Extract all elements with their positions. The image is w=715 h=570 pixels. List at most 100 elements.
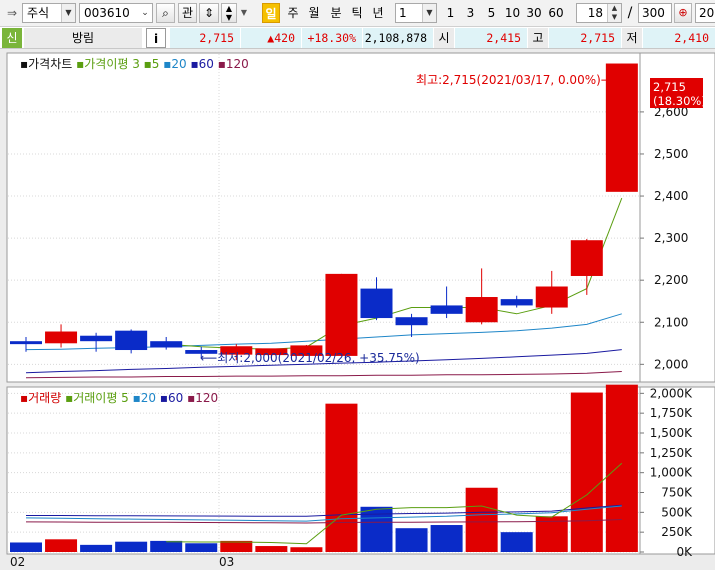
legend-item: ▪60 — [187, 57, 214, 71]
period-tab-5[interactable]: 년 — [369, 3, 387, 23]
price-tick-label: 2,500 — [654, 147, 688, 161]
volume-bar — [115, 541, 148, 552]
period-tab-4[interactable]: 틱 — [348, 3, 366, 23]
right-edge-value: 20 — [699, 6, 715, 20]
candle-down — [115, 330, 148, 351]
chevron-down-icon[interactable]: ▼ — [61, 4, 75, 22]
stock-code-input[interactable]: 003610 ⌄ — [79, 3, 153, 23]
candle-down — [150, 341, 183, 348]
legend-item: ▪가격이평 3 — [76, 57, 140, 71]
open-label: 시 — [434, 28, 454, 48]
volume-tick-label: 2,000K — [650, 386, 693, 400]
stock-name: 방림 — [24, 28, 142, 48]
volume-bar — [185, 543, 218, 552]
price-tick-label: 2,400 — [654, 189, 688, 203]
interval-select[interactable]: 1 ▼ — [395, 3, 437, 23]
volume-legend: ▪거래량 ▪거래이평 5 ▪20 ▪60 ▪120 — [20, 391, 218, 405]
low-label: 저 — [622, 28, 642, 48]
volume-bar — [430, 525, 463, 552]
chevron-down-icon[interactable]: ⌄ — [138, 4, 152, 22]
watchlist-button[interactable]: 관 — [178, 3, 197, 23]
current-price: 2,715 — [170, 28, 240, 48]
transfer-button[interactable]: ⇕ — [199, 3, 219, 23]
stock-chart-svg[interactable]: 2,6002,5002,4002,3002,2002,1002,000 2,00… — [0, 49, 715, 570]
volume-bar — [80, 544, 113, 552]
last-price-pct: (18.30%) — [653, 94, 706, 108]
interval-button-10[interactable]: 10 — [503, 3, 522, 23]
volume-tick-label: 1,500K — [650, 426, 693, 440]
chevron-down-icon[interactable]: ▼ — [239, 3, 249, 23]
legend-item: ▪60 — [156, 391, 183, 405]
search-icon: ⌕ — [162, 6, 169, 20]
stock-type-badge: 신 — [2, 28, 22, 48]
chevron-down-icon[interactable]: ▼ — [422, 4, 436, 22]
high-label: 고 — [528, 28, 548, 48]
total-input[interactable]: 300 — [638, 3, 672, 23]
candle-down — [430, 305, 463, 314]
market-select-value: 주식 — [27, 6, 50, 20]
zoom-button[interactable]: ⊕ — [674, 3, 692, 23]
volume-bar — [395, 528, 428, 552]
candle-down — [360, 288, 393, 319]
high-price: 2,715 — [549, 28, 621, 48]
price-tick-label: 2,000 — [654, 357, 688, 371]
spin-button[interactable]: ▲ ▼ — [221, 3, 237, 23]
period-tab-1[interactable]: 주 — [284, 3, 302, 23]
x-axis-label: 02 — [10, 555, 25, 569]
volume-bar — [150, 540, 183, 552]
interval-button-60[interactable]: 60 — [546, 3, 566, 23]
price-tick-label: 2,200 — [654, 273, 688, 287]
volume-bar — [465, 487, 498, 552]
price-legend: ▪가격차트 ▪가격이평 3 ▪5 ▪20 ▪60 ▪120 — [20, 57, 249, 71]
swap-icon: ⇕ — [203, 6, 215, 20]
count-spin-icon[interactable]: ▲ ▼ — [607, 4, 621, 22]
high-annotation: 최고:2,715(2021/03/17, 0.00%)⟶ — [416, 73, 618, 87]
candle-up — [465, 297, 498, 323]
count-separator: / — [627, 5, 633, 21]
count-input[interactable]: 18 ▲ ▼ — [576, 3, 622, 23]
menu-arrow-icon[interactable]: ⇒ — [3, 3, 21, 23]
quote-info-row: 신 방림 i 2,715 ▲420 +18.30% 2,108,878 시 2,… — [0, 27, 715, 49]
legend-item: ▪5 — [140, 57, 160, 71]
interval-button-1[interactable]: 1 — [442, 3, 459, 23]
volume-bar — [500, 532, 533, 552]
market-select[interactable]: 주식 ▼ — [22, 3, 76, 23]
chart-area: 2,600 2,500 2,400 2,300 2,200 2,100 2,000 2,00… — [0, 49, 715, 570]
open-price: 2,415 — [455, 28, 527, 48]
volume-bar — [255, 546, 288, 552]
candle-down — [10, 341, 42, 345]
last-price-label: 2,715 — [653, 80, 686, 94]
volume-bar — [605, 384, 638, 552]
volume-tick-label: 0K — [676, 545, 693, 559]
period-tab-0[interactable]: 일 — [262, 3, 280, 23]
period-tab-3[interactable]: 분 — [327, 3, 345, 23]
interval-button-5[interactable]: 5 — [482, 3, 501, 23]
trade-volume: 2,108,878 — [363, 28, 433, 48]
up-arrow-icon: ▲ — [225, 4, 233, 13]
interval-button-30[interactable]: 30 — [524, 3, 544, 23]
count-value: 18 — [587, 6, 603, 20]
volume-bar — [325, 403, 358, 552]
stock-info-button[interactable]: i — [146, 28, 166, 48]
legend-item: ▪거래이평 5 — [65, 391, 129, 405]
legend-title: ▪가격차트 — [20, 57, 76, 71]
candle-up — [325, 273, 358, 356]
volume-bar — [45, 539, 78, 552]
legend-item: ▪20 — [129, 391, 156, 405]
search-button[interactable]: ⌕ — [156, 3, 175, 23]
x-axis-label: 03 — [219, 555, 234, 569]
volume-tick-label: 1,750K — [650, 406, 693, 420]
period-tab-2[interactable]: 월 — [305, 3, 323, 23]
candle-down — [80, 335, 113, 342]
right-edge-input[interactable]: 20 — [695, 3, 715, 23]
legend-item: ▪20 — [159, 57, 186, 71]
down-arrow-icon: ▼ — [225, 13, 233, 22]
price-tick-label: 2,100 — [654, 315, 688, 329]
x-axis: 02 03 — [10, 555, 234, 569]
toolbar: ⇒ 주식 ▼ 003610 ⌄ ⌕ 관 ⇕ ▲ ▼ ▼ 일주월분틱년 1 ▼ 13… — [0, 0, 715, 27]
legend-item: ▪120 — [183, 391, 218, 405]
volume-bar — [10, 542, 42, 552]
interval-button-3[interactable]: 3 — [461, 3, 480, 23]
low-price: 2,410 — [643, 28, 715, 48]
volume-tick-label: 500K — [661, 505, 693, 519]
